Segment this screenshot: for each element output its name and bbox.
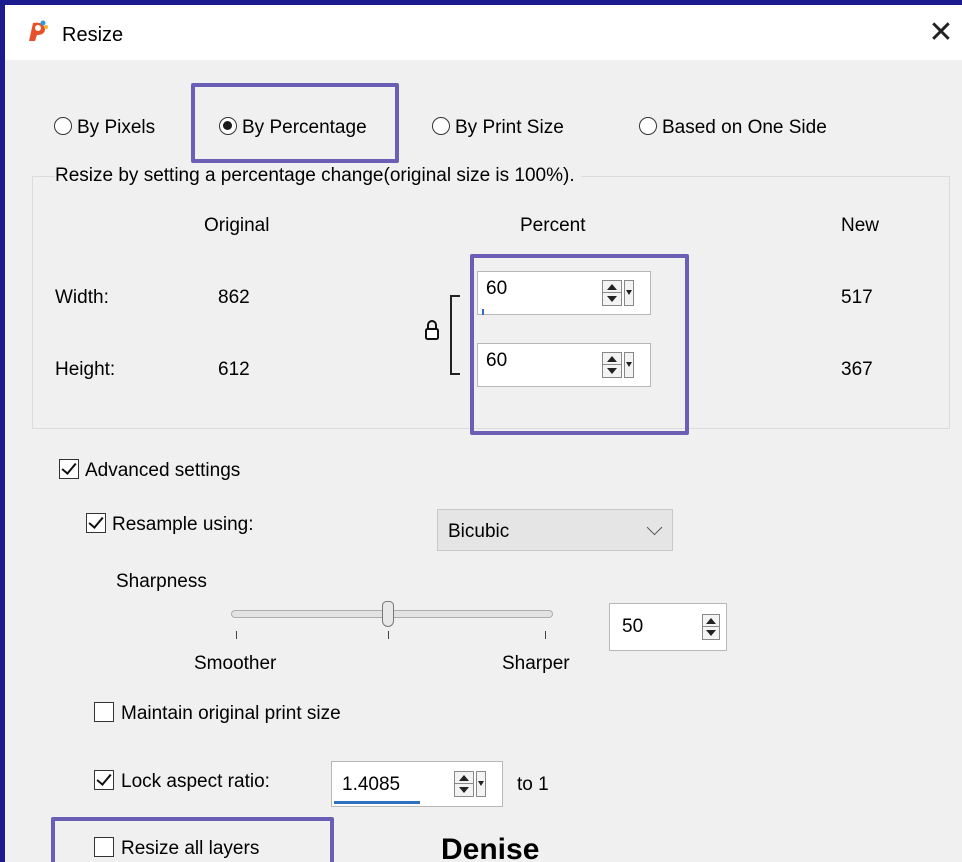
spin-arrows-icon[interactable] bbox=[702, 614, 720, 640]
resize-dialog: Resize ✕ By Pixels By Percentage By Prin… bbox=[0, 0, 962, 862]
width-original-value: 862 bbox=[218, 287, 250, 308]
checkbox-box[interactable] bbox=[94, 837, 114, 857]
slider-tick bbox=[236, 631, 237, 639]
group-caption: Resize by setting a percentage change(or… bbox=[55, 165, 581, 187]
title-bar: Resize ✕ bbox=[5, 5, 962, 60]
width-new-value: 517 bbox=[841, 287, 873, 308]
chevron-down-icon[interactable] bbox=[646, 519, 663, 536]
resample-method-select[interactable]: Bicubic bbox=[437, 509, 673, 551]
height-percent-value[interactable]: 60 bbox=[486, 350, 507, 372]
slider-tick bbox=[388, 631, 389, 639]
height-label: Height: bbox=[55, 359, 116, 380]
checkbox-box[interactable] bbox=[94, 702, 114, 722]
height-new-value: 367 bbox=[841, 359, 873, 380]
dropdown-arrow-icon[interactable] bbox=[476, 771, 486, 797]
slider-min-label: Smoother bbox=[194, 653, 277, 674]
advanced-settings-label: Advanced settings bbox=[85, 460, 241, 481]
dropdown-arrow-icon[interactable] bbox=[624, 280, 634, 306]
maintain-print-size-label: Maintain original print size bbox=[121, 703, 341, 724]
col-original-header: Original bbox=[204, 215, 270, 236]
close-icon[interactable]: ✕ bbox=[923, 15, 959, 51]
col-percent-header: Percent bbox=[520, 215, 586, 236]
spin-arrows-icon[interactable] bbox=[602, 280, 622, 306]
aspect-link-bracket bbox=[450, 295, 460, 375]
sharpness-spinbox[interactable]: 50 bbox=[609, 603, 727, 651]
height-percent-spinbox[interactable]: 60 bbox=[477, 343, 651, 387]
focus-indicator bbox=[334, 801, 420, 804]
resample-label: Resample using: bbox=[112, 514, 254, 535]
col-new-header: New bbox=[841, 215, 880, 236]
width-label: Width: bbox=[55, 287, 109, 308]
height-original-value: 612 bbox=[218, 359, 250, 380]
checkbox-box[interactable] bbox=[86, 513, 106, 533]
width-percent-value[interactable]: 60 bbox=[486, 278, 507, 300]
watermark-text: Denise bbox=[441, 833, 540, 862]
window-title: Resize bbox=[62, 24, 124, 46]
focus-indicator bbox=[482, 309, 484, 315]
aspect-ratio-value[interactable]: 1.4085 bbox=[342, 774, 400, 796]
radio-circle[interactable] bbox=[432, 117, 450, 135]
radio-label: By Pixels bbox=[77, 117, 156, 138]
app-icon bbox=[29, 20, 48, 41]
checkbox-box[interactable] bbox=[59, 459, 79, 479]
aspect-ratio-suffix: to 1 bbox=[517, 774, 549, 795]
spin-arrows-icon[interactable] bbox=[602, 352, 622, 378]
width-percent-spinbox[interactable]: 60 bbox=[477, 271, 651, 315]
dropdown-arrow-icon[interactable] bbox=[624, 352, 634, 378]
resample-method-value: Bicubic bbox=[448, 521, 510, 542]
spin-arrows-icon[interactable] bbox=[454, 771, 474, 797]
slider-tick bbox=[545, 631, 546, 639]
lock-aspect-ratio-label: Lock aspect ratio: bbox=[121, 771, 270, 792]
radio-label: By Percentage bbox=[242, 117, 367, 138]
radio-label: By Print Size bbox=[455, 117, 564, 138]
lock-icon[interactable] bbox=[424, 319, 440, 341]
radio-circle[interactable] bbox=[639, 117, 657, 135]
sharpness-slider-thumb[interactable] bbox=[382, 601, 394, 627]
radio-label: Based on One Side bbox=[662, 117, 827, 138]
sharpness-label: Sharpness bbox=[116, 571, 207, 592]
checkbox-box[interactable] bbox=[94, 770, 114, 790]
slider-max-label: Sharper bbox=[502, 653, 570, 674]
sharpness-value[interactable]: 50 bbox=[622, 616, 643, 638]
resize-all-layers-label: Resize all layers bbox=[121, 838, 260, 859]
radio-circle[interactable] bbox=[219, 117, 237, 135]
radio-circle[interactable] bbox=[54, 117, 72, 135]
